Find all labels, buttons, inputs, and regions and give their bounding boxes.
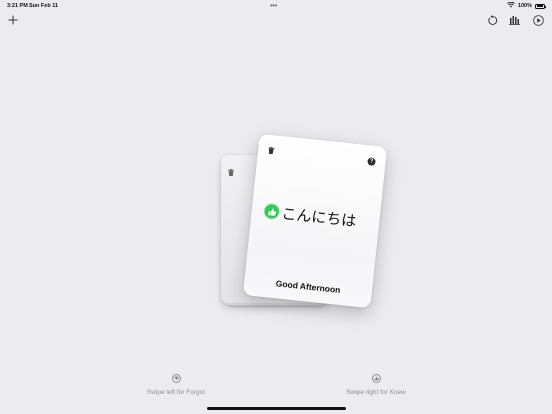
flashcard[interactable]: ? こんにちは Good Afternoon — [242, 133, 388, 309]
add-card-button[interactable] — [5, 12, 21, 28]
bar-chart-icon — [508, 16, 520, 25]
multitasking-dots-icon[interactable]: ••• — [270, 1, 277, 10]
trash-icon — [268, 146, 275, 155]
card-meaning: Good Afternoon — [275, 278, 341, 296]
card-word: こんにちは — [280, 205, 358, 231]
status-right: 100% — [507, 1, 546, 10]
thumbs-up-icon — [262, 202, 281, 221]
trash-icon — [228, 163, 234, 181]
play-circle-icon — [532, 14, 544, 26]
thumbs-up-icon — [371, 374, 381, 383]
home-indicator[interactable] — [207, 407, 346, 410]
swipe-left-label: Swipe left for Forgot — [146, 389, 206, 396]
statistics-button[interactable] — [506, 12, 522, 28]
reset-button[interactable] — [484, 12, 500, 28]
battery-percentage: 100% — [517, 3, 532, 9]
play-button[interactable] — [530, 12, 546, 28]
status-bar: 3:21 PM Sun Feb 11 ••• 100% — [0, 0, 552, 12]
plus-icon — [8, 15, 18, 25]
swipe-left-hint: Swipe left for Forgot — [116, 374, 236, 396]
rotate-ccw-icon — [487, 14, 497, 25]
help-icon[interactable]: ? — [367, 157, 376, 166]
swipe-right-hint: Swipe right for Knew — [316, 374, 436, 396]
wifi-icon — [507, 1, 515, 10]
swipe-right-label: Swipe right for Knew — [346, 389, 406, 396]
thumbs-down-icon — [171, 374, 181, 383]
status-time: 3:21 PM — [7, 3, 28, 9]
battery-icon — [535, 3, 546, 9]
status-date: Sun Feb 11 — [29, 3, 59, 9]
delete-card-button[interactable] — [267, 141, 275, 160]
